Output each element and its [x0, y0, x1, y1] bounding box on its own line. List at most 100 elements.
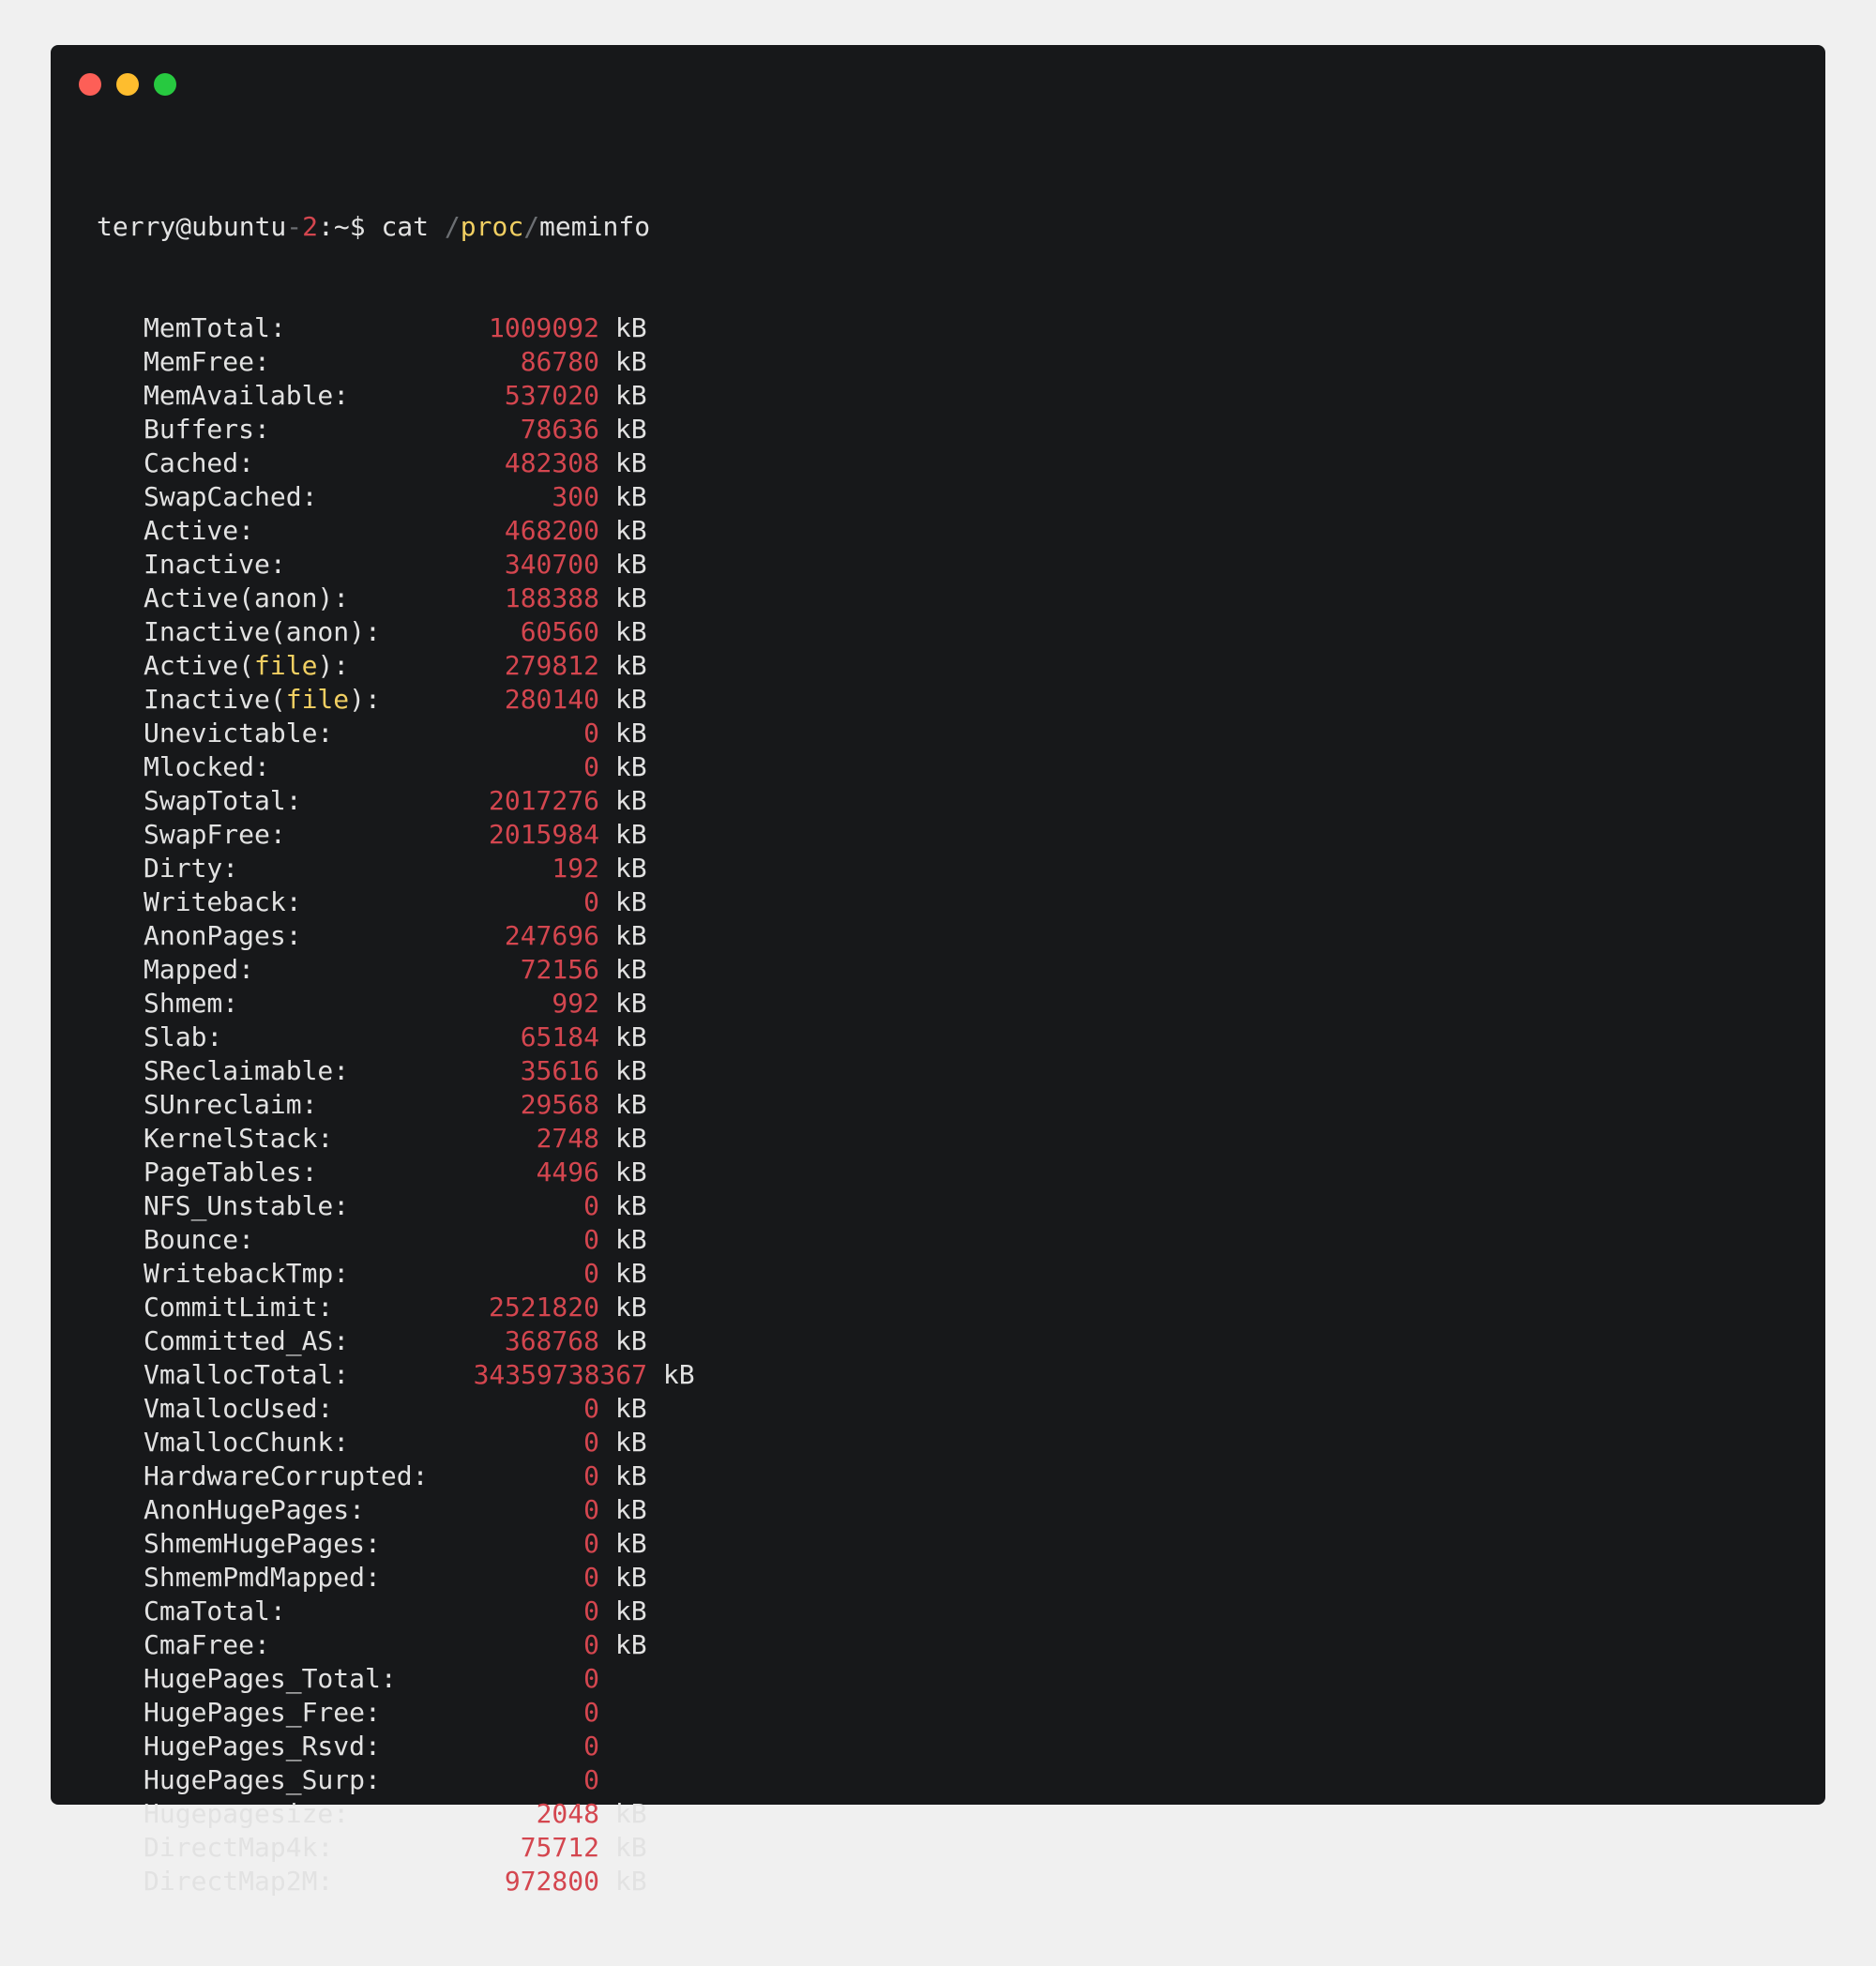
meminfo-unit: kB: [614, 1562, 647, 1593]
meminfo-unit: kB: [662, 1359, 695, 1390]
meminfo-label: Mapped:: [144, 954, 255, 985]
meminfo-label: Shmem:: [144, 988, 239, 1019]
meminfo-label: SwapTotal:: [144, 785, 302, 816]
meminfo-value: 72156: [520, 954, 599, 985]
meminfo-value: 537020: [504, 380, 599, 411]
meminfo-unit: kB: [614, 1055, 647, 1086]
meminfo-row: HugePages_Rsvd: 0: [97, 1730, 695, 1763]
meminfo-value: 0: [583, 1224, 599, 1255]
meminfo-value: 2521820: [488, 1292, 599, 1323]
meminfo-row: HugePages_Total: 0: [97, 1662, 695, 1696]
meminfo-row: VmallocUsed: 0 kB: [97, 1392, 695, 1426]
meminfo-label: HardwareCorrupted:: [144, 1460, 429, 1491]
meminfo-value: 75712: [520, 1832, 599, 1863]
meminfo-unit: kB: [614, 582, 647, 613]
meminfo-label: Committed_AS:: [144, 1325, 350, 1356]
meminfo-label: Active(file):: [97, 649, 473, 683]
meminfo-row: VmallocTotal: 34359738367 kB: [97, 1358, 695, 1392]
close-button[interactable]: [79, 73, 101, 96]
meminfo-label: VmallocUsed:: [144, 1393, 334, 1424]
meminfo-value: 0: [583, 1258, 599, 1289]
meminfo-unit: kB: [614, 988, 647, 1019]
meminfo-label: Active:: [144, 515, 255, 546]
meminfo-label-text: Inactive(: [144, 684, 286, 715]
meminfo-label: CmaTotal:: [144, 1595, 286, 1626]
meminfo-label: AnonHugePages:: [144, 1494, 366, 1525]
meminfo-unit: kB: [614, 751, 647, 782]
command-arg-slash: /: [523, 211, 540, 242]
meminfo-value: 29568: [520, 1089, 599, 1120]
meminfo-unit: kB: [614, 1157, 647, 1187]
meminfo-row: Slab: 65184 kB: [97, 1021, 695, 1054]
meminfo-label: Slab:: [144, 1021, 223, 1052]
meminfo-unit: kB: [614, 1123, 647, 1154]
meminfo-value: 0: [583, 1528, 599, 1559]
meminfo-unit: kB: [614, 1460, 647, 1491]
meminfo-unit: kB: [614, 447, 647, 478]
meminfo-row: Bounce: 0 kB: [97, 1223, 695, 1257]
meminfo-row: Writeback: 0 kB: [97, 885, 695, 919]
meminfo-row: Inactive(anon): 60560 kB: [97, 615, 695, 649]
command-name: cat: [381, 211, 445, 242]
meminfo-value: 60560: [520, 616, 599, 647]
meminfo-label: Active(anon):: [144, 582, 350, 613]
meminfo-row: ShmemHugePages: 0 kB: [97, 1527, 695, 1561]
meminfo-output: MemTotal: 1009092 kB MemFree: 86780 kB MemAv…: [97, 311, 695, 1898]
meminfo-row: Cached: 482308 kB: [97, 446, 695, 480]
meminfo-unit: kB: [614, 819, 647, 850]
meminfo-value: 0: [583, 886, 599, 917]
meminfo-unit: kB: [614, 718, 647, 749]
meminfo-row: MemFree: 86780 kB: [97, 345, 695, 379]
meminfo-label: Bounce:: [144, 1224, 255, 1255]
meminfo-unit: kB: [614, 1258, 647, 1289]
meminfo-unit: kB: [614, 650, 647, 681]
prompt-line: terry@ubuntu-2:~$ cat /proc/meminfo: [97, 210, 695, 244]
meminfo-label: Inactive(anon):: [144, 616, 381, 647]
meminfo-unit: kB: [614, 1021, 647, 1052]
meminfo-value: 0: [583, 1629, 599, 1660]
meminfo-row: AnonPages: 247696 kB: [97, 919, 695, 953]
meminfo-value: 0: [583, 1190, 599, 1221]
meminfo-label: KernelStack:: [144, 1123, 334, 1154]
meminfo-value: 65184: [520, 1021, 599, 1052]
meminfo-row: KernelStack: 2748 kB: [97, 1122, 695, 1156]
meminfo-label-keyword: file: [285, 684, 350, 715]
meminfo-value: 0: [583, 1562, 599, 1593]
meminfo-label: Hugepagesize:: [144, 1798, 350, 1829]
meminfo-label: HugePages_Total:: [144, 1663, 397, 1694]
meminfo-unit: kB: [614, 1325, 647, 1356]
meminfo-label: Unevictable:: [144, 718, 334, 749]
meminfo-row: VmallocChunk: 0 kB: [97, 1426, 695, 1459]
meminfo-unit: kB: [614, 515, 647, 546]
terminal-output[interactable]: terry@ubuntu-2:~$ cat /proc/meminfo MemT…: [97, 143, 695, 1966]
meminfo-row: CommitLimit: 2521820 kB: [97, 1291, 695, 1324]
meminfo-label-keyword: file: [254, 650, 318, 681]
meminfo-label: SReclaimable:: [144, 1055, 350, 1086]
meminfo-row: SUnreclaim: 29568 kB: [97, 1088, 695, 1122]
meminfo-unit: kB: [614, 414, 647, 445]
meminfo-label-text: ):: [317, 650, 350, 681]
minimize-button[interactable]: [116, 73, 139, 96]
meminfo-unit: kB: [614, 1866, 647, 1897]
meminfo-value: 992: [552, 988, 599, 1019]
terminal-window: terry@ubuntu-2:~$ cat /proc/meminfo MemT…: [51, 45, 1825, 1897]
meminfo-value: 0: [583, 1393, 599, 1424]
meminfo-unit: kB: [614, 1292, 647, 1323]
meminfo-row: Active: 468200 kB: [97, 514, 695, 548]
meminfo-value: 0: [583, 1663, 599, 1694]
meminfo-value: 340700: [504, 549, 599, 580]
meminfo-row: ShmemPmdMapped: 0 kB: [97, 1561, 695, 1595]
meminfo-row: Mlocked: 0 kB: [97, 750, 695, 784]
meminfo-row: Inactive: 340700 kB: [97, 548, 695, 582]
meminfo-value: 2015984: [488, 819, 599, 850]
command-arg-dir: proc: [460, 211, 524, 242]
meminfo-label-text: ):: [349, 684, 381, 715]
meminfo-label: VmallocChunk:: [144, 1427, 350, 1458]
meminfo-label: Buffers:: [144, 414, 270, 445]
meminfo-label: Writeback:: [144, 886, 302, 917]
meminfo-row: CmaFree: 0 kB: [97, 1628, 695, 1662]
meminfo-value: 0: [583, 1764, 599, 1795]
meminfo-label: Cached:: [144, 447, 255, 478]
meminfo-unit: kB: [614, 616, 647, 647]
zoom-button[interactable]: [154, 73, 176, 96]
